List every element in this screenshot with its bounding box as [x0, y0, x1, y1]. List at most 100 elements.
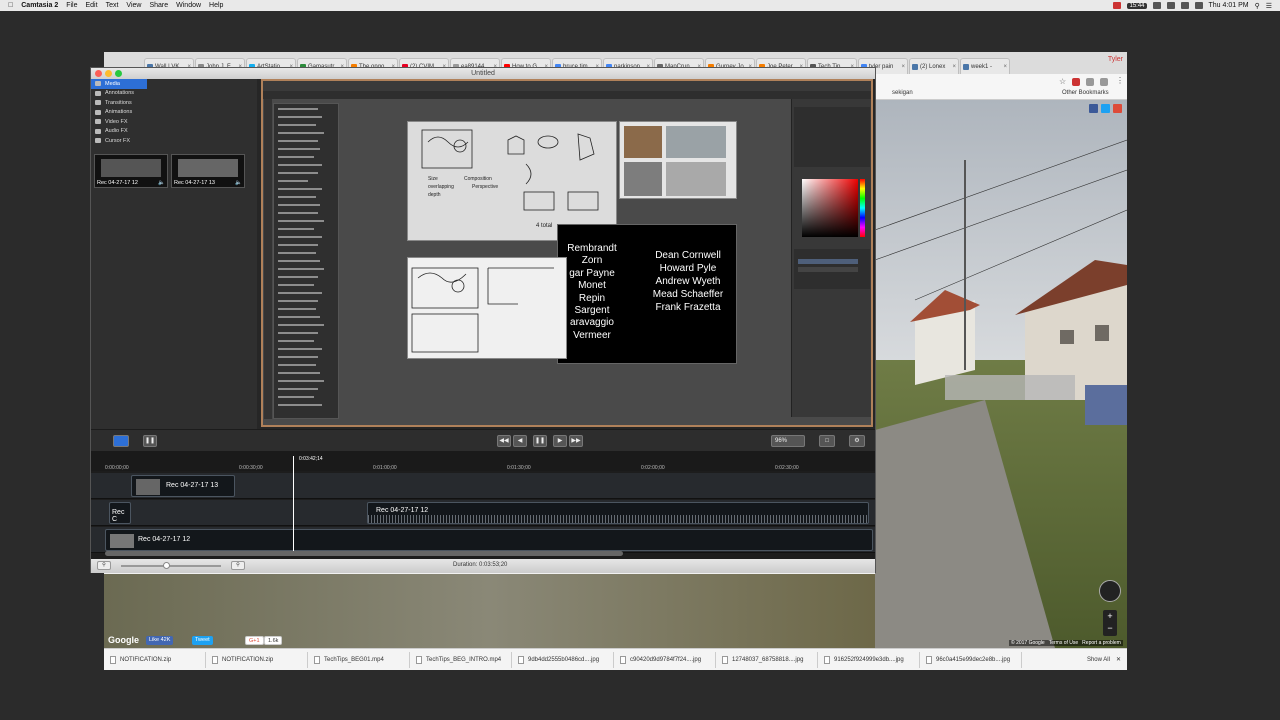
report-link[interactable]: Report a problem [1082, 640, 1121, 646]
zoom-in-icon[interactable]: ⚲ [231, 561, 245, 570]
show-all-downloads-link[interactable]: Show All [1087, 657, 1110, 663]
close-tab-icon[interactable]: × [901, 64, 905, 70]
timeline-clip[interactable]: Rec 04-27-17 12 [367, 502, 869, 524]
audio-waveform [368, 515, 868, 523]
history-list [278, 108, 324, 406]
zoom-out-icon[interactable]: ⚲ [97, 561, 111, 570]
timeline-zoom-slider[interactable] [121, 565, 221, 567]
sidebar-item-animations[interactable]: Animations [91, 108, 147, 118]
zoom-control[interactable]: + − [1103, 610, 1117, 636]
download-filename: TechTips_BEG_INTRO.mp4 [426, 656, 502, 663]
star-icon[interactable]: ☆ [1059, 77, 1066, 86]
minimize-window-icon[interactable] [105, 70, 112, 77]
sidebar-item-transitions[interactable]: Transitions [91, 98, 147, 108]
sketch-note-perspective: Perspective [472, 184, 498, 190]
download-item[interactable]: c90420d9d9784f7f24....jpg [614, 651, 716, 668]
timeline-scrollbar[interactable] [105, 551, 623, 556]
menu-share[interactable]: Share [149, 2, 168, 9]
status-icon[interactable] [1152, 2, 1161, 9]
download-item[interactable]: 9db4dd2555b0486cd....jpg [512, 651, 614, 668]
sidebar-item-cursor-fx[interactable]: Cursor FX [91, 136, 147, 146]
zoom-window-icon[interactable] [115, 70, 122, 77]
timeline-clip[interactable]: Rec 04-27-17 12 [105, 529, 873, 551]
menu-file[interactable]: File [66, 2, 77, 9]
facebook-icon[interactable] [1089, 104, 1098, 113]
media-thumb-image [178, 159, 238, 177]
profile-name[interactable]: Tyler [1108, 56, 1123, 63]
fast-forward-icon[interactable]: ▶▶ [569, 435, 583, 447]
record-screen-icon[interactable] [113, 435, 129, 447]
close-downloads-icon[interactable]: ✕ [1116, 656, 1121, 663]
media-thumb[interactable]: Rec 04-27-17 12 🔈 [94, 154, 168, 188]
bookmark-sekigan[interactable]: sekigan [892, 90, 913, 96]
battery-badge[interactable]: 15:44 [1127, 2, 1147, 9]
menu-view[interactable]: View [126, 2, 141, 9]
terms-link[interactable]: Terms of Use [1049, 640, 1078, 646]
download-item[interactable]: 12748037_68758818....jpg [716, 651, 818, 668]
media-thumb-image [101, 159, 161, 177]
audio-icon: 🔈 [158, 180, 165, 186]
download-item[interactable]: 96c0a415e99dec2e8b....jpg [920, 651, 1022, 668]
street-view[interactable]: + − © 2017 Google Terms of Use Report a p… [875, 100, 1127, 648]
twitter-icon[interactable] [1101, 104, 1110, 113]
browser-tab[interactable]: week1 - × [960, 58, 1010, 74]
download-item[interactable]: 916252f924999e3db....jpg [818, 651, 920, 668]
clock[interactable]: Thu 4:01 PM [1209, 2, 1249, 9]
extension-icon[interactable] [1072, 78, 1080, 86]
menu-app-name[interactable]: Camtasia 2 [21, 2, 58, 9]
timeline-clip[interactable]: Rec C [109, 502, 131, 524]
timeline-track-3[interactable]: Rec 04-27-17 13 [91, 473, 875, 499]
zoom-slider-handle[interactable] [163, 562, 170, 569]
time-ruler[interactable]: 0:00:00;00 0:00:30;00 0:01:00;00 0:01:30… [91, 451, 875, 471]
gplus-button[interactable]: G+1 [245, 636, 264, 645]
timeline-track-1[interactable]: Rec 04-27-17 12 [91, 527, 875, 553]
download-item[interactable]: NOTIFICATION.zip [206, 651, 308, 668]
step-back-icon[interactable]: ◀ [513, 435, 527, 447]
close-window-icon[interactable] [95, 70, 102, 77]
sidebar-item-annotations[interactable]: Annotations [91, 89, 147, 99]
copyright: © 2017 Google [1011, 640, 1045, 646]
crop-icon[interactable]: □ [819, 435, 835, 447]
tweet-button[interactable]: Tweet [192, 636, 213, 645]
chrome-menu-icon[interactable]: ⋮ [1116, 76, 1124, 85]
rewind-icon[interactable]: ◀◀ [497, 435, 511, 447]
volume-icon[interactable] [1194, 2, 1203, 9]
extension-icon[interactable] [1086, 78, 1094, 86]
preview-canvas[interactable]: Size overlapping depth Composition Persp… [257, 79, 875, 429]
menu-window[interactable]: Window [176, 2, 201, 9]
sidebar-item-media[interactable]: Media [91, 79, 147, 89]
timeline-track-2[interactable]: Rec C Rec 04-27-17 12 [91, 500, 875, 526]
other-bookmarks[interactable]: Other Bookmarks [1062, 90, 1109, 96]
menu-edit[interactable]: Edit [86, 2, 98, 9]
close-tab-icon[interactable]: × [952, 64, 956, 70]
sidebar-item-video-fx[interactable]: Video FX [91, 117, 147, 127]
pause-icon[interactable]: ❚❚ [143, 435, 157, 447]
zoom-select[interactable]: 96% [771, 435, 805, 447]
step-forward-icon[interactable]: ▶ [553, 435, 567, 447]
extension-icon[interactable] [1100, 78, 1108, 86]
file-icon [416, 655, 422, 664]
settings-icon[interactable]: ⚙ [849, 435, 865, 447]
google-plus-icon[interactable] [1113, 104, 1122, 113]
sidebar-item-audio-fx[interactable]: Audio FX [91, 127, 147, 137]
record-icon[interactable] [1113, 2, 1122, 9]
close-tab-icon[interactable]: × [1003, 64, 1007, 70]
ruler-tick: 0:02:30;00 [775, 465, 799, 471]
menu-list-icon[interactable]: ☰ [1266, 2, 1272, 10]
facebook-like-button[interactable]: Like 42K [146, 636, 174, 645]
timeline-clip[interactable]: Rec 04-27-17 13 [131, 475, 235, 497]
apple-icon[interactable]:  [8, 2, 13, 9]
playhead[interactable] [293, 456, 294, 552]
media-thumb[interactable]: Rec 04-27-17 13 🔈 [171, 154, 245, 188]
menu-help[interactable]: Help [209, 2, 223, 9]
search-icon[interactable]: ⚲ [1255, 2, 1260, 10]
browser-tab[interactable]: (2) Lonex × [909, 58, 959, 74]
download-item[interactable]: TechTips_BEG_INTRO.mp4 [410, 651, 512, 668]
menu-text[interactable]: Text [106, 2, 119, 9]
compass-icon[interactable] [1099, 580, 1121, 602]
status-icon[interactable] [1166, 2, 1175, 9]
play-pause-icon[interactable]: ❚❚ [533, 435, 547, 447]
download-item[interactable]: NOTIFICATION.zip [104, 651, 206, 668]
wifi-icon[interactable] [1180, 2, 1189, 9]
download-item[interactable]: TechTips_BEG01.mp4 [308, 651, 410, 668]
